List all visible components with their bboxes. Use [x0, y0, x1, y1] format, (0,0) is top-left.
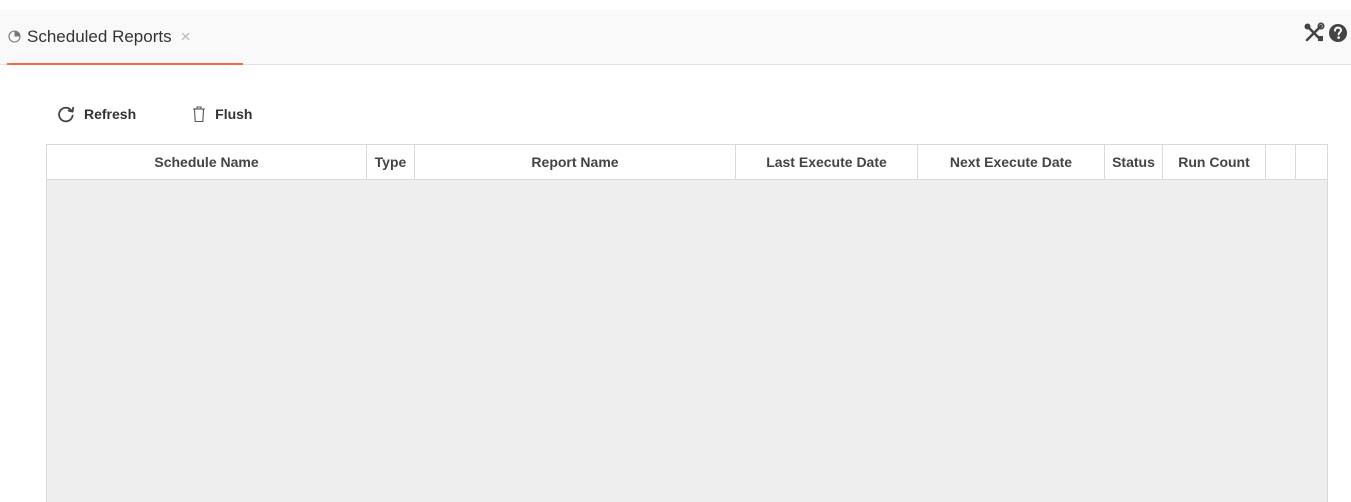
flush-label: Flush: [215, 106, 253, 122]
report-tab-icon: [7, 30, 21, 44]
refresh-icon: [57, 105, 75, 123]
column-header-next-execute-date[interactable]: Next Execute Date: [918, 145, 1105, 179]
refresh-label: Refresh: [84, 106, 137, 122]
tab-label: Scheduled Reports: [27, 26, 172, 46]
help-icon[interactable]: [1328, 23, 1348, 43]
column-header-last-execute-date[interactable]: Last Execute Date: [736, 145, 918, 179]
toolbar: Refresh Flush: [57, 101, 252, 127]
column-header-extra-2: [1296, 145, 1327, 179]
column-header-status[interactable]: Status: [1105, 145, 1163, 179]
close-icon[interactable]: ×: [181, 27, 191, 47]
grid-header: Schedule Name Type Report Name Last Exec…: [47, 145, 1327, 180]
refresh-button[interactable]: Refresh: [57, 105, 136, 123]
column-header-report-name[interactable]: Report Name: [415, 145, 736, 179]
tab-scheduled-reports[interactable]: Scheduled Reports ×: [7, 10, 243, 65]
header-tools: [1303, 22, 1348, 44]
trash-icon: [192, 105, 206, 123]
column-header-extra-1: [1266, 145, 1296, 179]
flush-button[interactable]: Flush: [192, 105, 252, 123]
scheduled-reports-grid: Schedule Name Type Report Name Last Exec…: [46, 144, 1328, 502]
column-header-schedule-name[interactable]: Schedule Name: [47, 145, 367, 179]
tools-icon[interactable]: [1303, 22, 1325, 44]
column-header-run-count[interactable]: Run Count: [1163, 145, 1266, 179]
tab-bar: Scheduled Reports ×: [0, 10, 1351, 65]
column-header-type[interactable]: Type: [367, 145, 415, 179]
